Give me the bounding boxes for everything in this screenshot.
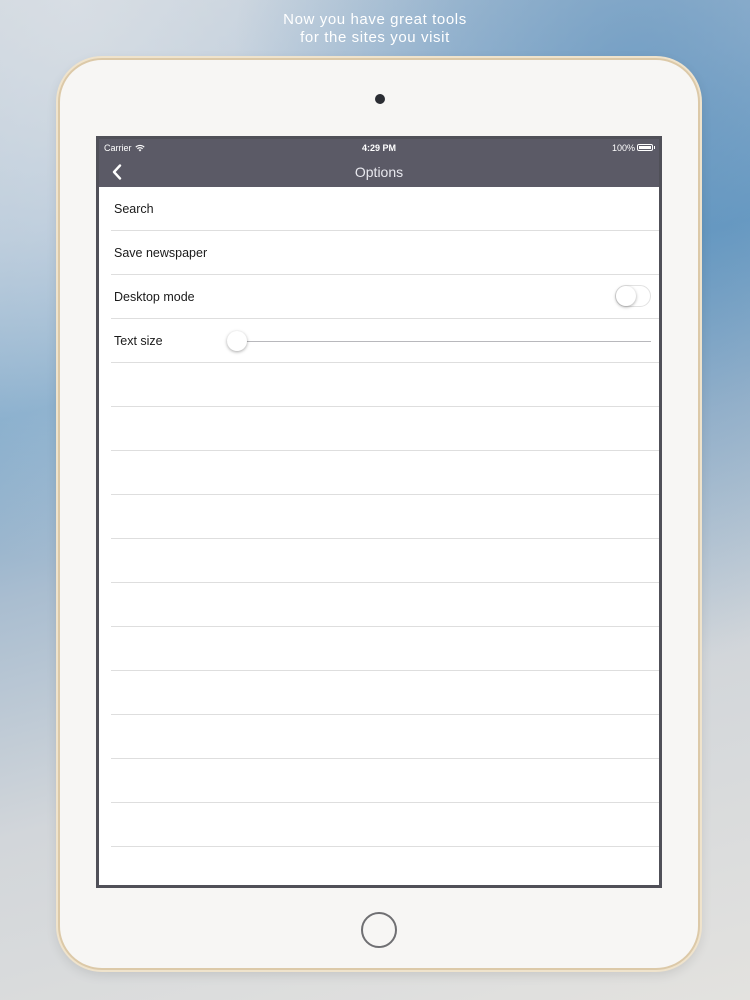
list-item	[111, 759, 659, 803]
device-screen: Carrier 4:29 PM 100% Options Search Save…	[96, 136, 662, 888]
list-item	[111, 451, 659, 495]
battery-percent: 100%	[611, 143, 635, 153]
home-button[interactable]	[361, 912, 397, 948]
option-text-size: Text size	[111, 319, 659, 363]
option-desktop-mode-label: Desktop mode	[114, 290, 195, 304]
tagline-line-2: for the sites you visit	[300, 29, 450, 46]
list-item	[111, 495, 659, 539]
option-desktop-mode: Desktop mode	[111, 275, 659, 319]
list-item	[111, 583, 659, 627]
status-battery: 100%	[611, 143, 655, 153]
toggle-knob	[616, 286, 636, 306]
options-list: Search Save newspaper Desktop mode Text …	[99, 187, 659, 885]
list-item	[111, 539, 659, 583]
back-button[interactable]	[105, 160, 129, 184]
option-save-newspaper-label: Save newspaper	[114, 246, 208, 260]
list-item	[111, 671, 659, 715]
status-time: 4:29 PM	[361, 143, 396, 153]
battery-icon	[637, 144, 655, 152]
app-store-screenshot: Now you have great tools for the sites y…	[0, 0, 750, 1000]
promo-tagline: Now you have great tools for the sites y…	[0, 11, 750, 47]
list-item	[111, 847, 659, 885]
option-save-newspaper[interactable]: Save newspaper	[111, 231, 659, 275]
chevron-left-icon	[112, 164, 122, 180]
list-item	[111, 363, 659, 407]
tagline-line-1: Now you have great tools	[283, 11, 467, 28]
slider-track	[227, 341, 651, 342]
slider-thumb[interactable]	[227, 331, 247, 351]
option-search[interactable]: Search	[111, 187, 659, 231]
list-item	[111, 803, 659, 847]
status-bar: Carrier 4:29 PM 100%	[99, 139, 659, 157]
desktop-mode-toggle[interactable]	[615, 285, 651, 307]
navigation-bar: Options	[99, 157, 659, 187]
option-text-size-label: Text size	[114, 334, 163, 348]
camera-icon	[375, 94, 385, 104]
list-item	[111, 627, 659, 671]
text-size-slider[interactable]	[227, 331, 651, 351]
list-item	[111, 715, 659, 759]
option-search-label: Search	[114, 202, 154, 216]
list-item	[111, 407, 659, 451]
page-title: Options	[354, 164, 404, 180]
